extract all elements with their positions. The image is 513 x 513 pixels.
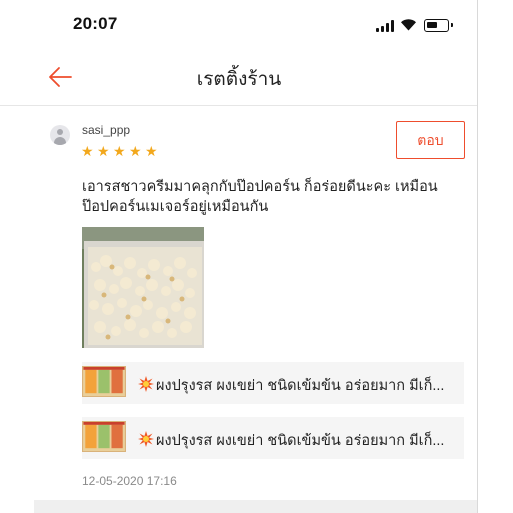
product-thumbnail	[82, 366, 126, 397]
reply-button[interactable]: ตอบ	[396, 121, 465, 159]
section-divider	[34, 500, 477, 513]
review-text: เอารสชาวครีมมาคลุกกับป๊อปคอร์น ก็อร่อยดี…	[82, 179, 438, 215]
product-thumbnail	[82, 421, 126, 452]
background-area	[478, 0, 513, 513]
product-name-text: ผงปรุงรส ผงเขย่า ชนิดเข้มข้น อร่อยมาก มี…	[156, 433, 445, 449]
star-icon: ★	[81, 143, 94, 159]
star-icon: ★	[97, 143, 110, 159]
product-name: ผงปรุงรส ผงเขย่า ชนิดเข้มข้น อร่อยมาก มี…	[138, 374, 444, 397]
signal-icon	[376, 20, 394, 32]
star-icon: ★	[113, 143, 126, 159]
avatar	[50, 125, 70, 145]
app-screen: 20:07 เรตติ้งร้าน sasi_ppp ★ ★ ★ ★ ★ ตอบ…	[0, 0, 478, 513]
product-card[interactable]: ผงปรุงรส ผงเขย่า ชนิดเข้มข้น อร่อยมาก มี…	[82, 417, 464, 459]
page-title: เรตติ้งร้าน	[196, 69, 282, 90]
star-icon: ★	[129, 143, 142, 159]
page-header: เรตติ้งร้าน	[0, 48, 477, 106]
star-rating: ★ ★ ★ ★ ★	[81, 144, 159, 158]
review-timestamp: 12-05-2020 17:16	[82, 474, 177, 488]
reviewer-username: sasi_ppp	[82, 123, 131, 137]
burst-icon	[138, 431, 154, 447]
product-card[interactable]: ผงปรุงรส ผงเขย่า ชนิดเข้มข้น อร่อยมาก มี…	[82, 362, 464, 404]
battery-icon	[424, 19, 453, 32]
status-time: 20:07	[73, 14, 118, 33]
star-icon: ★	[145, 143, 158, 159]
burst-icon	[138, 376, 154, 392]
wifi-icon	[401, 19, 416, 31]
review-photo[interactable]	[82, 227, 204, 348]
product-name: ผงปรุงรส ผงเขย่า ชนิดเข้มข้น อร่อยมาก มี…	[138, 429, 444, 452]
product-name-text: ผงปรุงรส ผงเขย่า ชนิดเข้มข้น อร่อยมาก มี…	[156, 378, 445, 394]
status-bar: 20:07	[0, 0, 477, 48]
